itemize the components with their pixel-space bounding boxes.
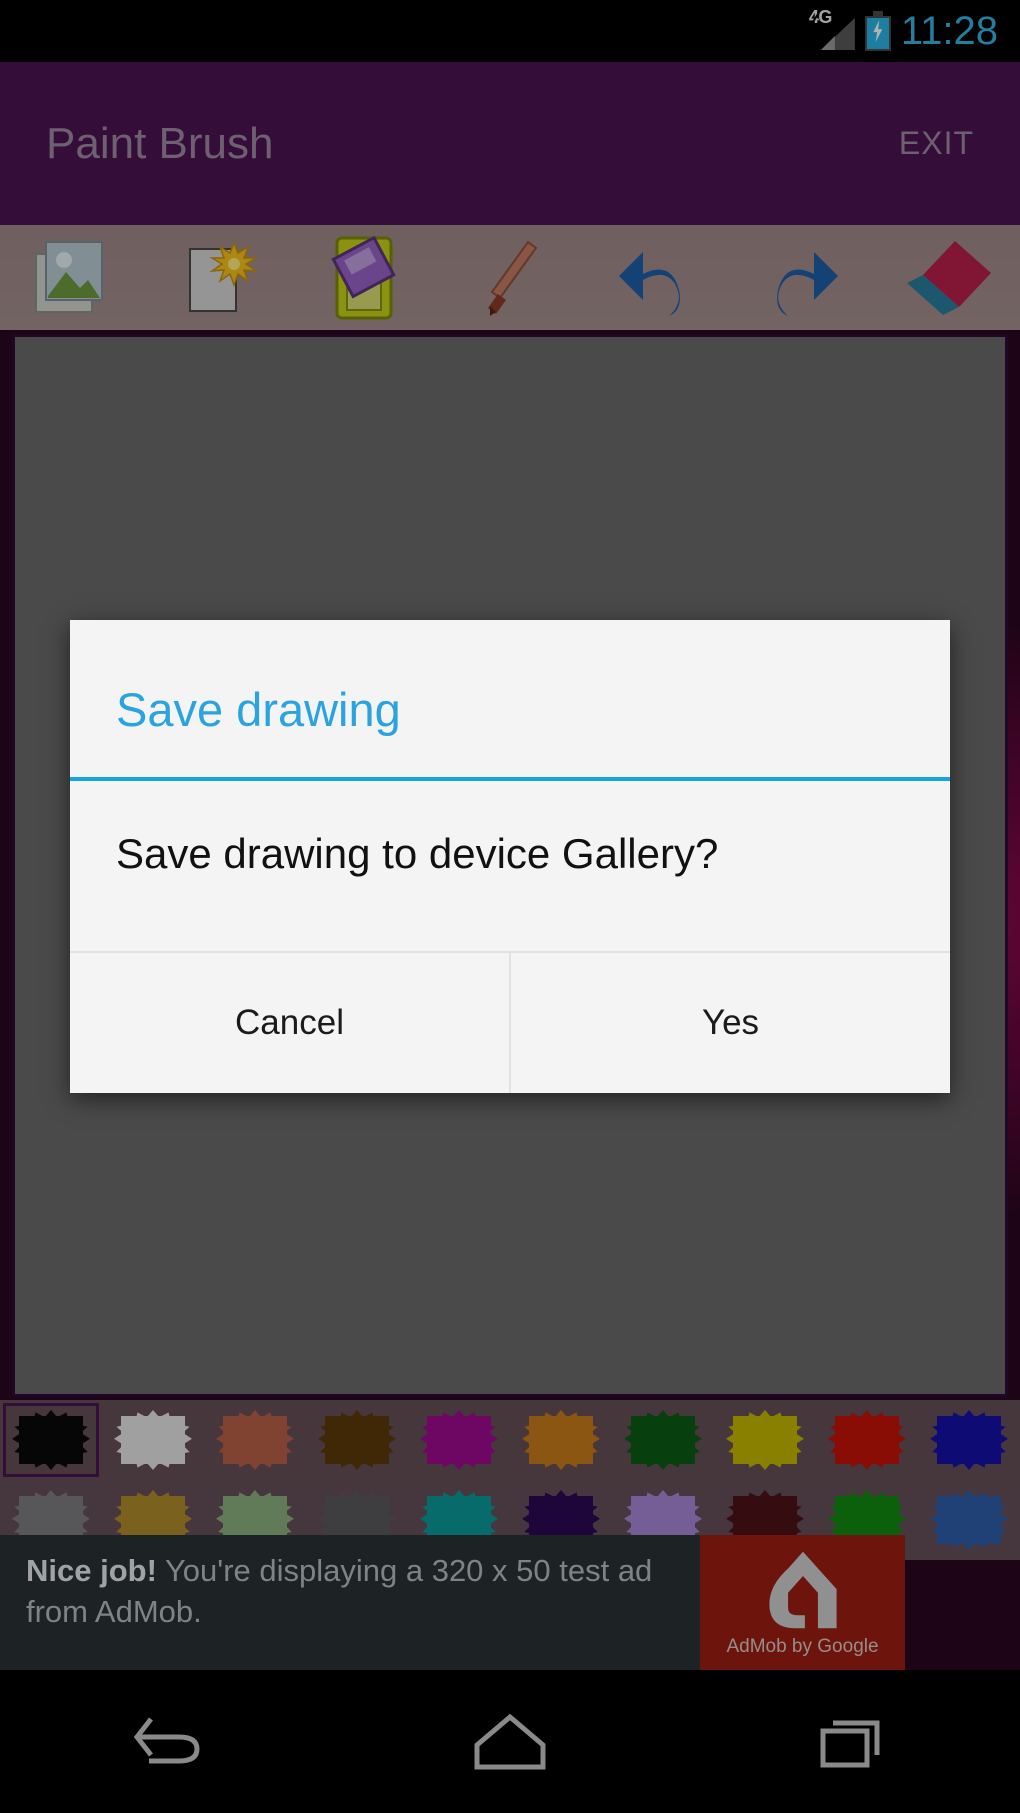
redo-button[interactable]	[729, 225, 875, 330]
save-button[interactable]	[291, 225, 437, 330]
ad-headline: Nice job!	[26, 1553, 157, 1588]
gallery-icon	[34, 240, 103, 313]
color-blob	[223, 1416, 287, 1464]
color-blob	[325, 1416, 389, 1464]
color-blob	[529, 1416, 593, 1464]
cancel-button[interactable]: Cancel	[70, 953, 509, 1094]
phone-screen: 4G 11:28 Paint Brush EXIT Nice job! You'…	[0, 0, 1020, 1813]
home-icon	[474, 1713, 546, 1769]
color-blob	[937, 1416, 1001, 1464]
color-blob	[427, 1416, 491, 1464]
gallery-button[interactable]	[0, 225, 146, 330]
nav-recents-button[interactable]	[750, 1670, 950, 1813]
color-blob	[631, 1416, 695, 1464]
recents-icon	[820, 1720, 880, 1767]
status-bar: 4G 11:28	[0, 0, 1020, 62]
status-bar-clock: 11:28	[900, 8, 998, 53]
system-nav-bar	[0, 1670, 1020, 1813]
color-black[interactable]	[0, 1400, 102, 1480]
color-white[interactable]	[102, 1400, 204, 1480]
color-steel-blue[interactable]	[918, 1480, 1020, 1560]
color-brown[interactable]	[306, 1400, 408, 1480]
palette-row-1	[0, 1400, 1020, 1480]
signal-bars-icon: 4G	[795, 8, 855, 52]
brush-button[interactable]	[437, 225, 583, 330]
new-page-button[interactable]	[146, 225, 292, 330]
undo-icon	[618, 251, 680, 316]
ad-text: Nice job! You're displaying a 320 x 50 t…	[0, 1535, 700, 1670]
color-blue[interactable]	[918, 1400, 1020, 1480]
save-icon	[331, 235, 397, 319]
color-salmon[interactable]	[204, 1400, 306, 1480]
admob-logo: AdMob by Google	[700, 1535, 905, 1670]
dialog-actions: Cancel Yes	[70, 953, 950, 1094]
tool-bar	[0, 225, 1020, 330]
save-drawing-dialog: Save drawing Save drawing to device Gall…	[70, 620, 950, 1094]
ad-banner[interactable]: Nice job! You're displaying a 320 x 50 t…	[0, 1535, 905, 1670]
color-dark-green[interactable]	[612, 1400, 714, 1480]
brush-icon	[488, 240, 538, 316]
color-blob	[937, 1496, 1001, 1544]
color-blob	[19, 1416, 83, 1464]
color-blob	[121, 1416, 185, 1464]
yes-button[interactable]: Yes	[511, 953, 950, 1094]
back-icon	[133, 1716, 200, 1763]
dialog-title: Save drawing	[116, 683, 401, 736]
redo-icon	[777, 251, 839, 316]
app-title: Paint Brush	[46, 118, 274, 168]
color-magenta[interactable]	[408, 1400, 510, 1480]
dialog-message: Save drawing to device Gallery?	[116, 830, 719, 877]
color-blob	[733, 1416, 797, 1464]
nav-home-button[interactable]	[410, 1670, 610, 1813]
battery-charging-icon	[864, 11, 891, 51]
admob-logo-label: AdMob by Google	[726, 1635, 879, 1657]
nav-back-button[interactable]	[70, 1670, 270, 1813]
eraser-button[interactable]	[874, 225, 1020, 330]
new-page-icon	[188, 240, 259, 312]
eraser-icon	[907, 240, 992, 315]
color-red[interactable]	[816, 1400, 918, 1480]
color-orange[interactable]	[510, 1400, 612, 1480]
undo-button[interactable]	[583, 225, 729, 330]
color-olive[interactable]	[714, 1400, 816, 1480]
admob-mark-icon	[768, 1551, 837, 1628]
app-bar: Paint Brush EXIT	[0, 62, 1020, 225]
exit-button[interactable]: EXIT	[899, 125, 974, 162]
color-blob	[835, 1416, 899, 1464]
